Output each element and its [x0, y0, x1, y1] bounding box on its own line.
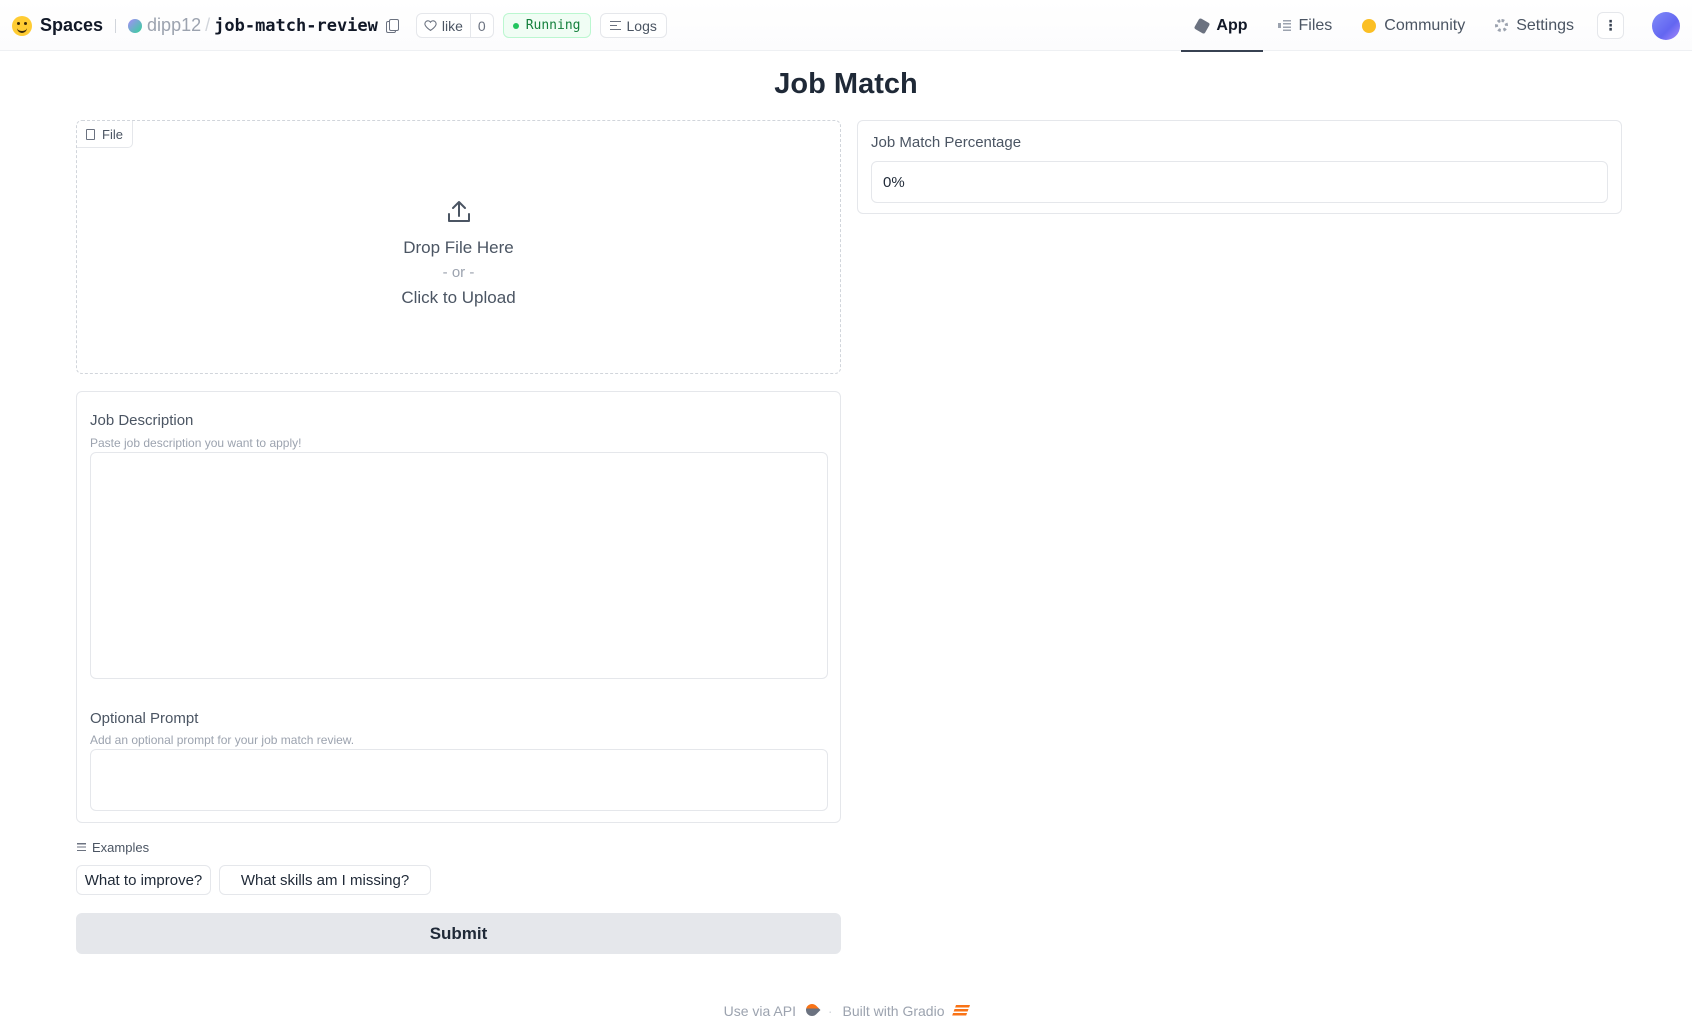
file-upload-label: File — [77, 121, 133, 148]
built-with-gradio-link[interactable]: Built with Gradio — [842, 1003, 971, 1019]
tab-files-label: Files — [1298, 16, 1333, 34]
job-match-percentage-label: Job Match Percentage — [871, 134, 1022, 151]
submit-button[interactable]: Submit — [76, 913, 841, 954]
files-icon — [1277, 20, 1291, 31]
upload-prompt[interactable]: Drop File Here - or - Click to Upload — [77, 199, 840, 310]
like-button[interactable]: like 0 — [415, 13, 494, 38]
top-navigation-bar: Spaces dipp12 / job-match-review like 0 … — [0, 0, 1692, 52]
user-avatar[interactable] — [1652, 11, 1680, 40]
path-separator: / — [205, 15, 211, 35]
owner-avatar — [128, 18, 143, 33]
logs-button[interactable]: Logs — [599, 13, 667, 38]
example-button[interactable]: What to improve? — [76, 865, 211, 895]
job-description-textarea[interactable] — [90, 452, 828, 679]
job-match-percentage-output[interactable]: 0% — [871, 161, 1608, 203]
gradio-logo-icon — [952, 1005, 971, 1016]
status-dot-icon — [512, 22, 519, 29]
huggingface-logo-icon[interactable] — [12, 15, 32, 36]
file-icon — [86, 128, 95, 140]
more-options-button[interactable]: ⋮ — [1597, 12, 1624, 39]
rocket-icon — [803, 1001, 821, 1019]
status-text: Running — [525, 18, 581, 33]
optional-prompt-info: Add an optional prompt for your job matc… — [90, 733, 355, 747]
click-to-upload-text: Click to Upload — [401, 288, 516, 307]
use-via-api-label: Use via API — [723, 1003, 796, 1019]
file-label-text: File — [102, 126, 123, 142]
file-upload-dropzone[interactable]: File Drop File Here - or - Click to Uplo… — [76, 120, 841, 374]
footer: Use via API · Built with Gradio — [0, 1001, 1692, 1019]
examples-label: Examples — [92, 840, 150, 855]
cube-icon — [1194, 17, 1211, 34]
spaces-link[interactable]: Spaces — [40, 15, 103, 36]
repo-name-link[interactable]: job-match-review — [214, 16, 378, 36]
heart-icon — [424, 20, 437, 32]
logs-icon — [609, 21, 621, 30]
tab-community[interactable]: Community — [1347, 0, 1480, 51]
example-button[interactable]: What skills am I missing? — [219, 865, 431, 895]
like-label: like — [441, 17, 463, 34]
output-panel: Job Match Percentage 0% — [857, 120, 1622, 214]
page-title: Job Match — [774, 68, 918, 100]
tab-settings[interactable]: Settings — [1480, 0, 1589, 51]
examples-header: Examples — [77, 840, 149, 855]
like-main[interactable]: like — [417, 14, 470, 37]
like-count[interactable]: 0 — [469, 14, 493, 37]
status-badge[interactable]: Running — [502, 13, 591, 38]
job-description-label: Job Description — [90, 412, 194, 429]
text-inputs-panel: Job Description Paste job description yo… — [76, 391, 841, 823]
gear-icon — [1495, 19, 1509, 32]
tab-files[interactable]: Files — [1263, 0, 1348, 51]
list-icon — [77, 843, 86, 852]
tab-app-label: App — [1216, 16, 1248, 34]
optional-prompt-textarea[interactable] — [90, 749, 828, 811]
tab-community-label: Community — [1384, 16, 1466, 34]
copy-icon[interactable] — [385, 19, 399, 33]
space-header: Spaces dipp12 / job-match-review like 0 … — [12, 0, 667, 51]
community-icon — [1362, 18, 1377, 33]
footer-separator: · — [827, 1003, 833, 1019]
optional-prompt-label: Optional Prompt — [90, 710, 199, 727]
tab-settings-label: Settings — [1516, 16, 1574, 34]
divider — [115, 18, 117, 33]
owner-link[interactable]: dipp12 — [147, 15, 201, 36]
upload-icon — [447, 201, 470, 222]
drop-file-text: Drop File Here — [403, 238, 514, 257]
logs-label: Logs — [626, 17, 657, 34]
or-text: - or - — [442, 264, 475, 281]
built-with-gradio-label: Built with Gradio — [842, 1003, 945, 1019]
space-tabs: App Files Community Settings ⋮ — [1181, 0, 1692, 52]
job-description-info: Paste job description you want to apply! — [90, 436, 302, 450]
tab-app[interactable]: App — [1181, 0, 1263, 52]
use-via-api-link[interactable]: Use via API — [723, 1001, 821, 1019]
